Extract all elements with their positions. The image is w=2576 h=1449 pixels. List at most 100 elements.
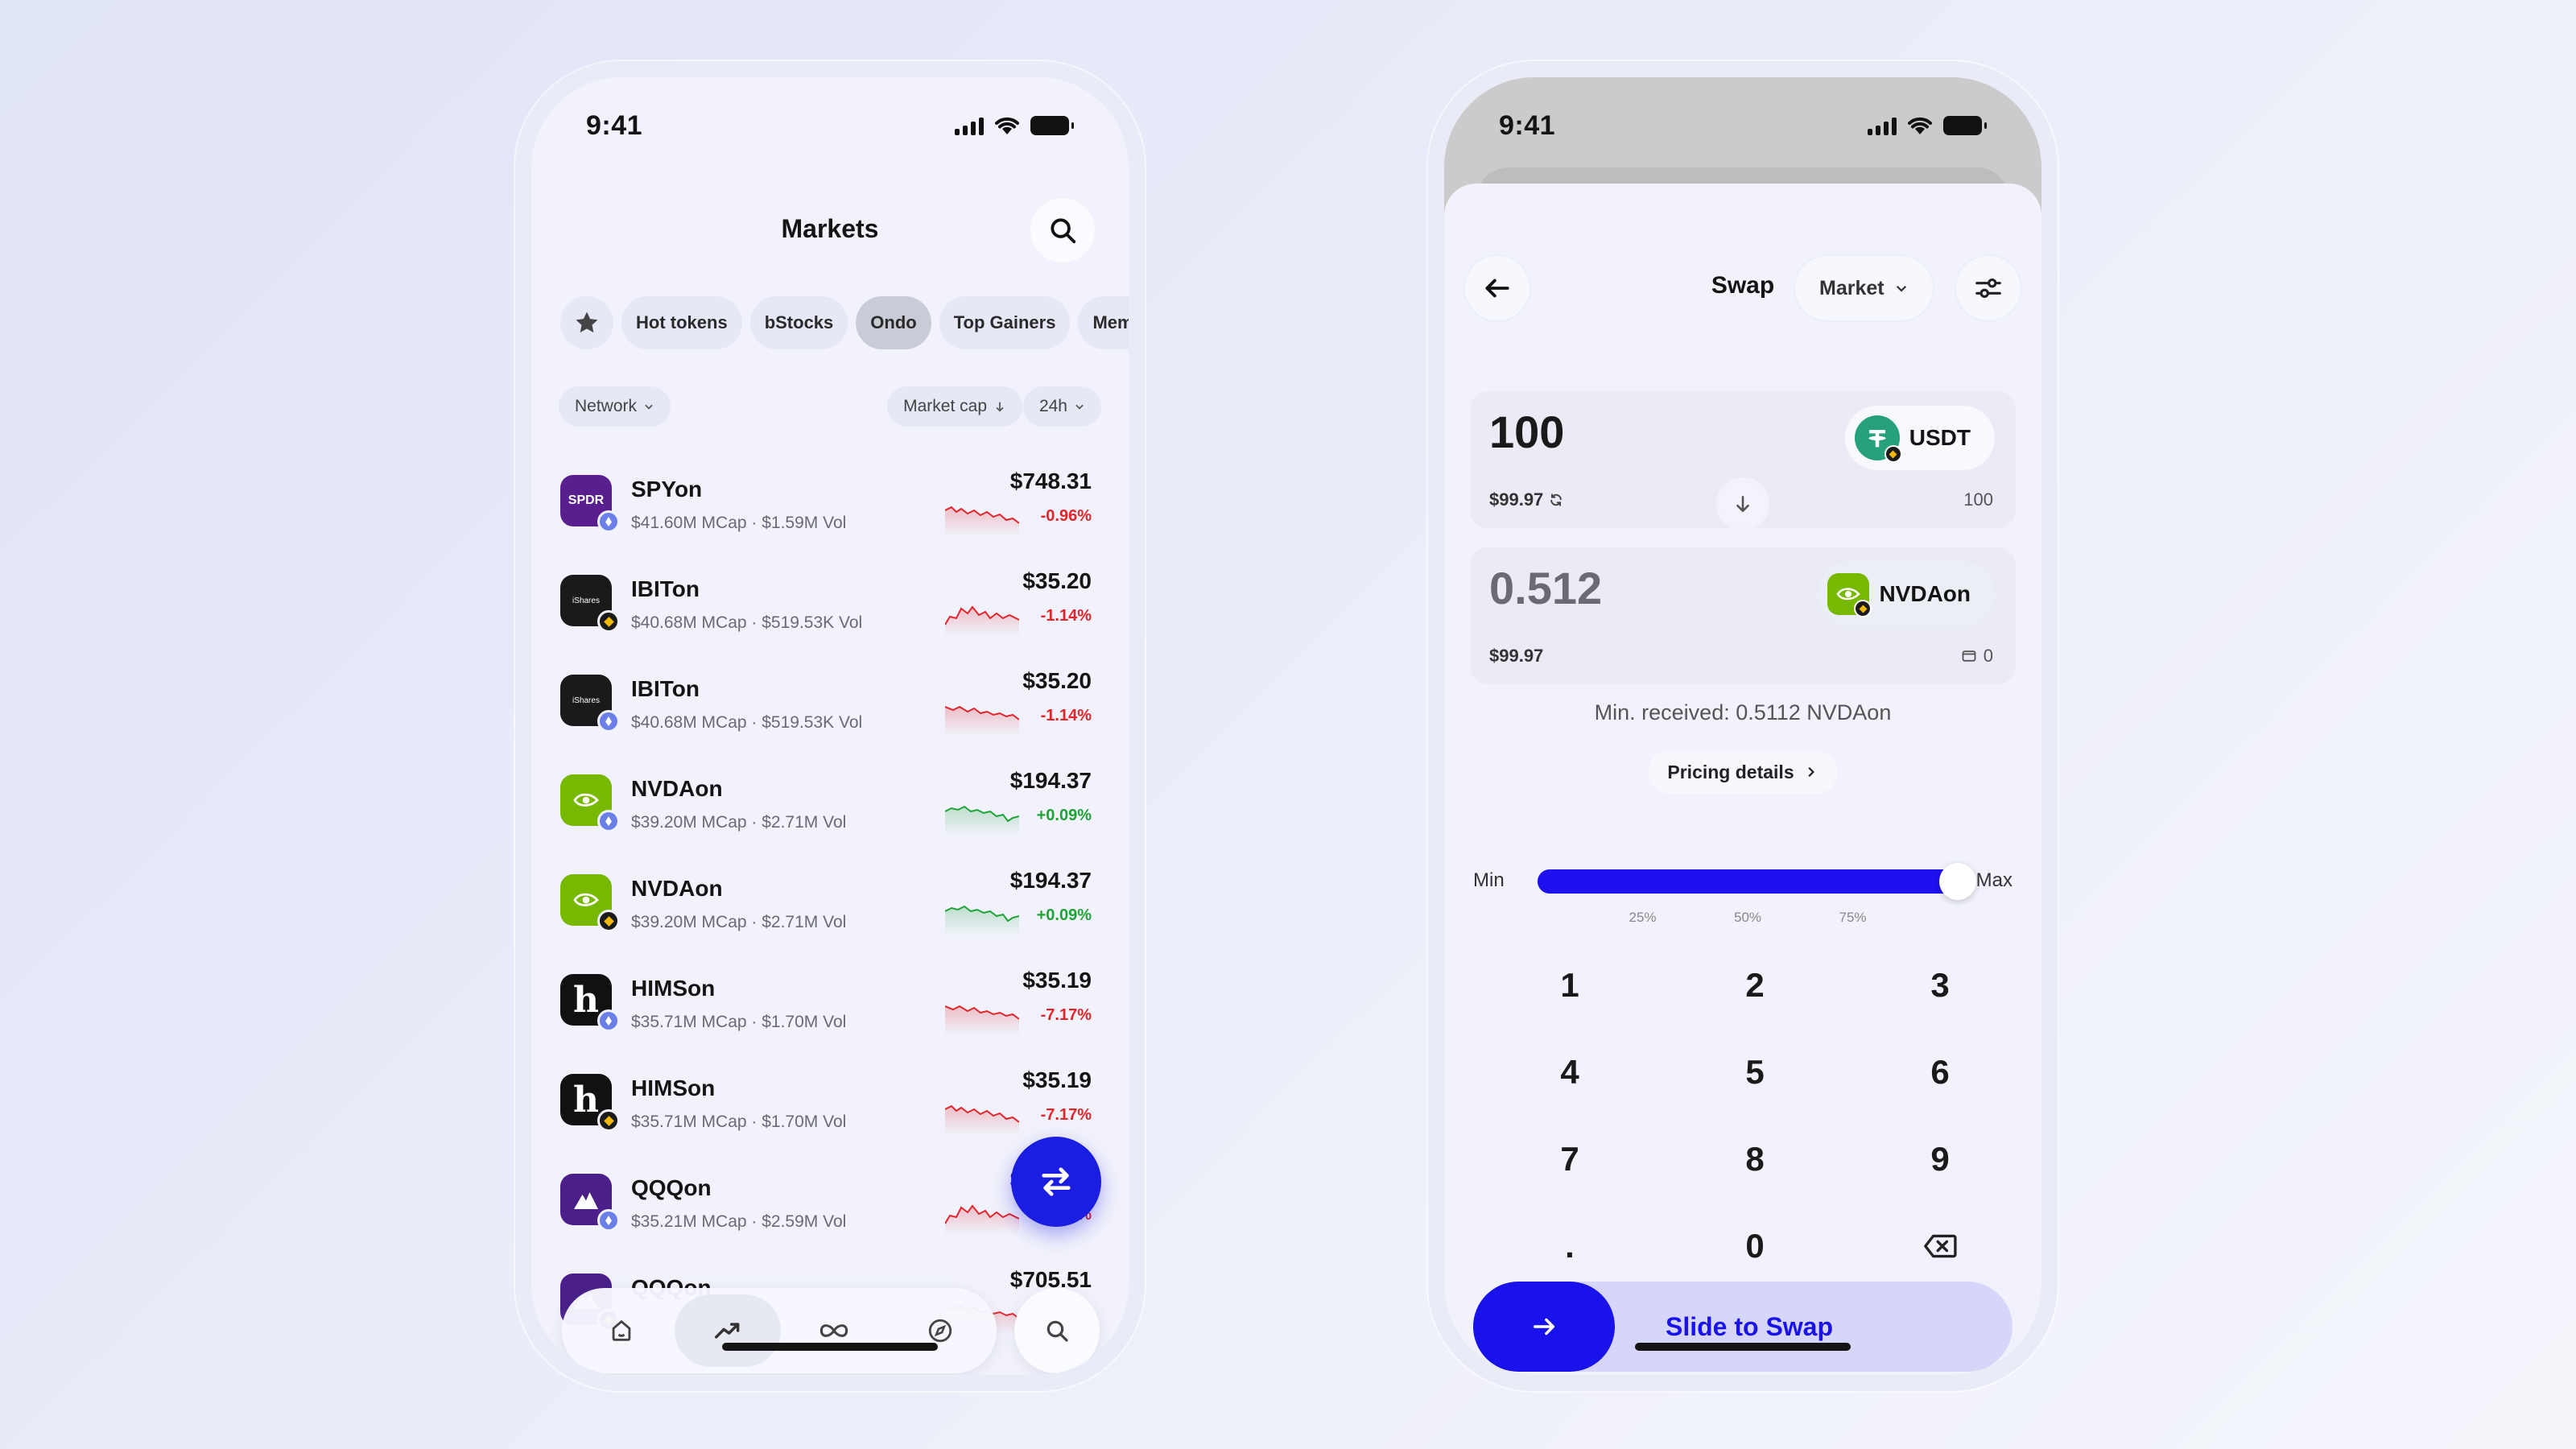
token-row[interactable]: SPDR SPYon $41.60M MCap · $1.59M Vol $748.3… xyxy=(531,452,1129,554)
token-row[interactable]: h HIMSon $35.71M MCap · $1.70M Vol $35.19 -7… xyxy=(531,1051,1129,1153)
token-row[interactable]: h HIMSon $35.71M MCap · $1.70M Vol $35.19 -7… xyxy=(531,952,1129,1053)
sort-filter[interactable]: Market cap xyxy=(887,386,1022,427)
slider-mark-75: 75% xyxy=(1839,910,1867,925)
token-row[interactable]: iShares IBITon $40.68M MCap · $519.53K Vol… xyxy=(531,652,1129,753)
chevron-down-icon xyxy=(645,404,653,410)
status-time: 9:41 xyxy=(586,109,643,141)
switch-direction-button[interactable] xyxy=(1716,477,1769,530)
key-3[interactable]: 3 xyxy=(1860,945,2021,1026)
amount-slider[interactable] xyxy=(1538,863,1976,900)
slider-max-label: Max xyxy=(1975,869,2013,891)
key-0[interactable]: 0 xyxy=(1674,1206,1835,1286)
to-amount-card[interactable]: 0.512 NVDAon $99.97 0 xyxy=(1470,547,2016,684)
slider-thumb[interactable] xyxy=(1939,863,1976,900)
tab-home[interactable] xyxy=(568,1294,675,1367)
favorites-chip[interactable] xyxy=(560,296,613,349)
tab-discover[interactable] xyxy=(887,1294,993,1367)
to-token-selector[interactable]: NVDAon xyxy=(1818,562,1995,626)
token-name: IBITon xyxy=(631,676,700,701)
tab-markets[interactable] xyxy=(675,1294,781,1367)
token-row[interactable]: iShares IBITon $40.68M MCap · $519.53K Vol… xyxy=(531,552,1129,654)
key-9[interactable]: 9 xyxy=(1860,1119,2021,1199)
token-price: $35.20 xyxy=(1022,568,1092,593)
ethereum-chain-icon xyxy=(597,810,620,832)
chip-meme[interactable]: Meme xyxy=(1078,296,1129,349)
token-price: $35.19 xyxy=(1022,1067,1092,1092)
key-2[interactable]: 2 xyxy=(1674,945,1835,1026)
token-name: SPYon xyxy=(631,477,703,502)
to-amount-output: 0.512 xyxy=(1489,563,1603,613)
from-token-selector[interactable]: USDT xyxy=(1844,406,1995,470)
category-chips: Hot tokens bStocks Ondo Top Gainers Meme xyxy=(560,296,1129,353)
bnb-chain-icon xyxy=(597,1109,620,1132)
key-decimal[interactable]: . xyxy=(1489,1206,1650,1286)
token-change: +0.09% xyxy=(1036,906,1092,924)
trending-icon xyxy=(715,1323,740,1339)
order-type-dropdown[interactable]: Market xyxy=(1795,256,1933,320)
token-stats: $35.71M MCap · $1.70M Vol xyxy=(631,1113,847,1131)
pricing-details-button[interactable]: Pricing details xyxy=(1648,750,1838,794)
bottom-tab-bar xyxy=(562,1288,997,1373)
sparkline-chart xyxy=(945,805,1019,836)
sparkline-chart xyxy=(945,705,1019,736)
token-change: -7.17% xyxy=(1040,1006,1092,1024)
refresh-icon xyxy=(1550,493,1563,506)
sparkline-chart xyxy=(945,1005,1019,1035)
network-filter[interactable]: Network xyxy=(559,386,671,427)
token-stats: $40.68M MCap · $519.53K Vol xyxy=(631,713,863,732)
cellular-signal-icon xyxy=(1868,116,1897,135)
token-price: $748.31 xyxy=(1009,469,1092,493)
token-change: -0.96% xyxy=(1040,507,1092,525)
ethereum-chain-icon xyxy=(597,710,620,733)
status-bar: 9:41 xyxy=(531,77,1129,166)
key-8[interactable]: 8 xyxy=(1674,1119,1835,1199)
home-indicator[interactable] xyxy=(722,1343,938,1351)
settings-button[interactable] xyxy=(1956,256,2021,320)
slide-to-swap-control[interactable]: Slide to Swap xyxy=(1473,1282,2013,1372)
swap-screen: 9:41 Swap Market 100 USDT $99.97 100 0.5… xyxy=(1444,77,2041,1375)
slide-to-swap-knob[interactable] xyxy=(1473,1282,1615,1372)
token-price: $194.37 xyxy=(1009,768,1092,793)
token-row[interactable]: NVDAon $39.20M MCap · $2.71M Vol $194.37 +0… xyxy=(531,852,1129,953)
key-7[interactable]: 7 xyxy=(1489,1119,1650,1199)
from-amount-input[interactable]: 100 xyxy=(1489,406,1564,458)
chevron-down-icon xyxy=(1075,404,1084,410)
token-stats: $39.20M MCap · $2.71M Vol xyxy=(631,813,847,832)
chevron-down-icon xyxy=(1896,285,1906,292)
nvidia-logo-icon xyxy=(1827,573,1872,617)
period-filter[interactable]: 24h xyxy=(1022,386,1101,427)
tab-earn[interactable] xyxy=(781,1294,887,1367)
token-price: $35.20 xyxy=(1022,668,1092,693)
arrow-down-icon xyxy=(1736,496,1749,513)
sliders-icon xyxy=(1975,278,2001,299)
slider-min-label: Min xyxy=(1473,869,1505,891)
swap-fab-button[interactable] xyxy=(1011,1137,1101,1227)
slider-fill xyxy=(1538,869,1958,894)
slider-mark-50: 50% xyxy=(1733,910,1762,925)
chip-hot-tokens[interactable]: Hot tokens xyxy=(621,296,742,349)
token-name: NVDAon xyxy=(631,876,723,901)
swap-arrows-icon xyxy=(1042,1167,1071,1196)
token-stats: $39.20M MCap · $2.71M Vol xyxy=(631,913,847,931)
sparkline-chart xyxy=(945,506,1019,536)
from-balance: 100 xyxy=(1963,489,1993,510)
key-4[interactable]: 4 xyxy=(1489,1032,1650,1113)
token-row[interactable]: NVDAon $39.20M MCap · $2.71M Vol $194.37 +0… xyxy=(531,752,1129,853)
chip-top-gainers[interactable]: Top Gainers xyxy=(939,296,1071,349)
chip-ondo[interactable]: Ondo xyxy=(856,296,931,349)
markets-screen: 9:41 Markets Hot tokens bStocks Ondo Top xyxy=(531,77,1129,1375)
key-backspace[interactable] xyxy=(1860,1206,2021,1286)
token-price: $194.37 xyxy=(1009,868,1092,893)
chip-bstocks[interactable]: bStocks xyxy=(749,296,848,349)
key-6[interactable]: 6 xyxy=(1860,1032,2021,1113)
page-title: Swap xyxy=(1711,272,1775,299)
search-button[interactable] xyxy=(1030,198,1095,262)
token-price: $35.19 xyxy=(1022,968,1092,993)
battery-icon xyxy=(1943,116,1987,135)
tab-search-button[interactable] xyxy=(1014,1288,1100,1373)
token-name: HIMSon xyxy=(631,976,716,1001)
key-5[interactable]: 5 xyxy=(1674,1032,1835,1113)
numeric-keypad: 123456789.0 xyxy=(1473,945,2013,1299)
home-indicator[interactable] xyxy=(1635,1343,1851,1351)
key-1[interactable]: 1 xyxy=(1489,945,1650,1026)
